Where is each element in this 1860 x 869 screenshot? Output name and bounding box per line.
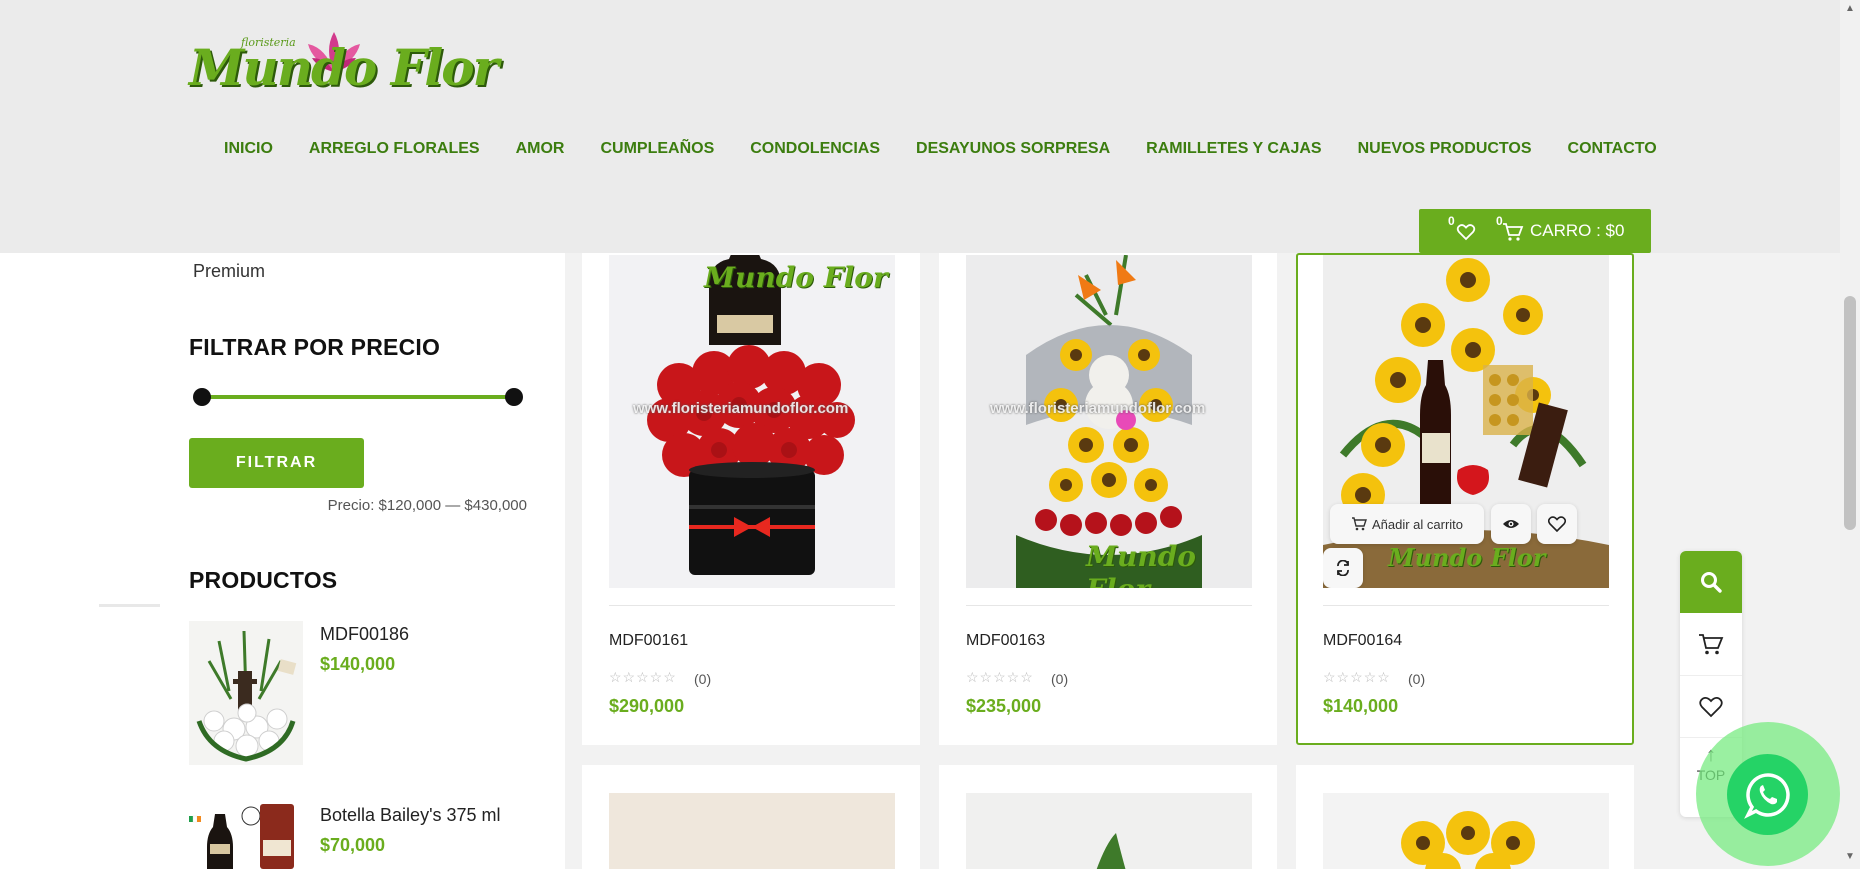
search-icon: [1701, 572, 1722, 593]
nav-item-ramilletes-y-cajas[interactable]: RAMILLETES Y CAJAS: [1146, 140, 1321, 158]
price-slider-min-handle[interactable]: [193, 388, 211, 406]
sidebar-product-price: $70,000: [320, 835, 386, 855]
cart-icon: [1699, 634, 1724, 655]
price-slider-max-handle[interactable]: [505, 388, 523, 406]
heart-icon[interactable]: [1455, 221, 1477, 245]
brand-watermark: Mundo Flor: [1388, 543, 1546, 572]
divider: [1323, 605, 1609, 606]
brand-watermark: Mundo Flor: [1086, 540, 1196, 588]
scroll-up-icon[interactable]: ▲: [1845, 3, 1855, 14]
product-title[interactable]: MDF00161: [609, 632, 688, 650]
divider: [99, 604, 160, 607]
refresh-icon: [1337, 560, 1349, 576]
cart-icon[interactable]: [1502, 221, 1524, 243]
nav-item-nuevos-productos[interactable]: NUEVOS PRODUCTOS: [1358, 140, 1532, 158]
nav-item-condolencias[interactable]: CONDOLENCIAS: [750, 140, 880, 158]
rating-stars: ☆☆☆☆☆: [966, 669, 1034, 685]
sidebar-product-name[interactable]: MDF00186: [320, 624, 409, 645]
product-title[interactable]: MDF00164: [1323, 632, 1402, 650]
filter-button[interactable]: FILTRAR: [189, 438, 364, 488]
rating-stars: ☆☆☆☆☆: [609, 669, 677, 685]
url-watermark: www.floristeriamundoflor.com: [990, 400, 1206, 417]
add-to-cart-button[interactable]: Añadir al carrito: [1330, 504, 1484, 544]
site-header: floristeria Mundo Flor INICIO ARREGLO FL…: [0, 0, 1840, 253]
product-card[interactable]: www.floristeriamundoflor.com Mundo Flor …: [939, 253, 1277, 745]
float-search-button[interactable]: [1680, 551, 1742, 613]
nav-item-amor[interactable]: AMOR: [516, 140, 565, 158]
scroll-down-icon[interactable]: ▼: [1845, 851, 1855, 862]
url-watermark: www.floristeriamundoflor.com: [633, 400, 849, 417]
brand-watermark: Mundo Flor: [704, 261, 888, 294]
sidebar-product-name[interactable]: Botella Bailey's 375 ml: [320, 805, 501, 826]
cart-bar: 0 0 CARRO : $0: [1419, 209, 1651, 253]
product-image[interactable]: www.floristeriamundoflor.com Mundo Flor: [966, 255, 1252, 588]
product-card[interactable]: [939, 765, 1277, 869]
category-premium[interactable]: Premium: [193, 261, 265, 282]
product-image[interactable]: Mundo Flor Añadir al carrito: [1323, 255, 1609, 588]
product-title[interactable]: MDF00163: [966, 632, 1045, 650]
float-cart-button[interactable]: [1680, 613, 1742, 675]
price-filter-title: FILTRAR POR PRECIO: [189, 334, 441, 360]
wishlist-button[interactable]: [1537, 504, 1577, 544]
product-card[interactable]: Mundo Flor Añadir al carrito MDF00164 ☆☆…: [1296, 253, 1634, 745]
sidebar-product-price: $140,000: [320, 654, 396, 674]
whatsapp-button[interactable]: [1727, 754, 1808, 835]
product-price: $140,000: [1323, 696, 1399, 716]
site-logo[interactable]: floristeria Mundo Flor: [189, 30, 499, 100]
price-slider-track[interactable]: [202, 395, 514, 399]
product-price: $235,000: [966, 696, 1042, 716]
nav-item-contacto[interactable]: CONTACTO: [1568, 140, 1657, 158]
cart-icon: [1351, 517, 1367, 531]
product-image[interactable]: [1323, 793, 1609, 869]
nav-item-desayunos-sorpresa[interactable]: DESAYUNOS SORPRESA: [916, 140, 1110, 158]
nav-item-arreglo-florales[interactable]: ARREGLO FLORALES: [309, 140, 480, 158]
sidebar-product-item[interactable]: Botella Bailey's 375 ml $70,000: [189, 802, 549, 869]
cart-label[interactable]: CARRO : $0: [1530, 221, 1624, 241]
divider: [609, 605, 895, 606]
logo-text: Mundo Flor: [189, 38, 499, 97]
quick-view-button[interactable]: [1491, 504, 1531, 544]
sidebar-product-image[interactable]: [189, 802, 303, 869]
divider: [966, 605, 1252, 606]
float-wishlist-button[interactable]: [1680, 675, 1742, 737]
eye-icon: [1503, 520, 1519, 528]
sidebar-product-item[interactable]: MDF00186 $140,000: [189, 621, 549, 771]
product-price: $290,000: [609, 696, 685, 716]
product-image[interactable]: Mundo Flor www.floristeriamundoflor.com: [609, 255, 895, 588]
page-scrollbar[interactable]: ▲ ▼: [1840, 0, 1860, 869]
rating-stars: ☆☆☆☆☆: [1323, 669, 1391, 685]
product-image[interactable]: [609, 793, 895, 869]
product-card[interactable]: [1296, 765, 1634, 869]
heart-icon: [1548, 516, 1566, 532]
rating-count: (0): [1051, 671, 1069, 687]
add-to-cart-label: Añadir al carrito: [1371, 516, 1464, 532]
wishlist-count-badge: 0: [1448, 214, 1455, 228]
compare-button[interactable]: [1323, 548, 1363, 588]
product-image[interactable]: [966, 793, 1252, 869]
nav-item-cumpleanos[interactable]: CUMPLEAÑOS: [600, 140, 714, 158]
scrollbar-thumb[interactable]: [1844, 296, 1856, 530]
heart-icon: [1699, 696, 1723, 717]
nav-item-inicio[interactable]: INICIO: [224, 140, 273, 158]
whatsapp-icon: [1743, 772, 1790, 819]
product-card[interactable]: [582, 765, 920, 869]
products-widget-title: PRODUCTOS: [189, 567, 338, 593]
product-card[interactable]: Mundo Flor www.floristeriamundoflor.com …: [582, 253, 920, 745]
main-nav: INICIO ARREGLO FLORALES AMOR CUMPLEAÑOS …: [224, 140, 1693, 158]
rating-count: (0): [694, 671, 712, 687]
sidebar-product-image[interactable]: [189, 621, 303, 765]
price-range-text: Precio: $120,000 — $430,000: [327, 497, 527, 514]
rating-count: (0): [1408, 671, 1426, 687]
